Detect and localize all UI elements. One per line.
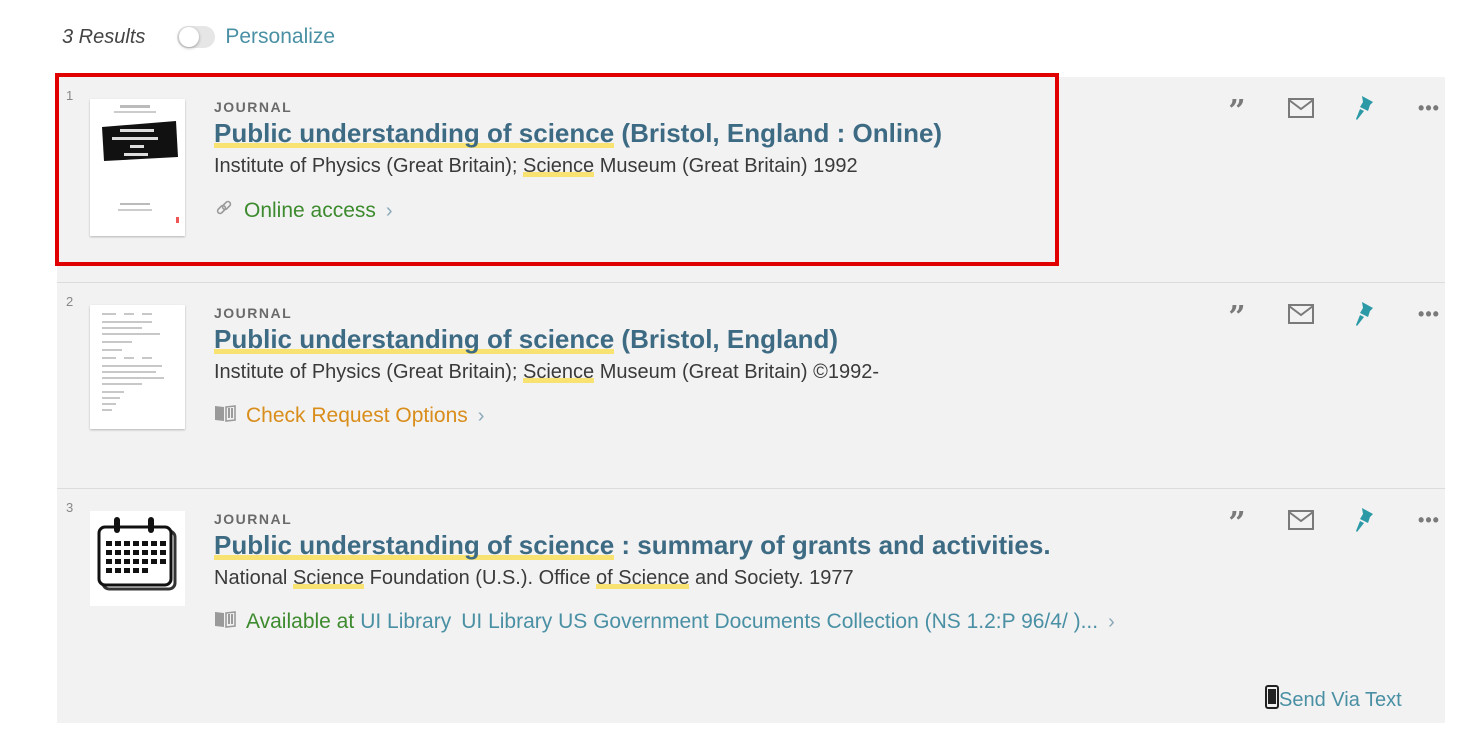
result-meta: Institute of Physics (Great Britain); Sc… <box>214 155 942 178</box>
availability-text[interactable]: Online access <box>244 199 376 223</box>
title-highlight[interactable]: Public understanding of science <box>214 324 615 354</box>
availability-link[interactable]: Available at UI Library UI Library US Go… <box>214 610 1115 634</box>
personalize-label[interactable]: Personalize <box>225 25 335 49</box>
result-body: JOURNAL Public understanding of science … <box>214 305 879 428</box>
citation-icon[interactable]: ” <box>1205 95 1269 127</box>
email-icon[interactable] <box>1269 301 1333 327</box>
result-actions: ” ••• <box>1205 507 1461 539</box>
send-via-text-label[interactable]: Send Via Text <box>1279 689 1402 712</box>
result-number: 2 <box>66 294 74 309</box>
result-thumbnail[interactable] <box>90 305 185 429</box>
result-actions: ” ••• <box>1205 95 1461 127</box>
title-highlight[interactable]: Public understanding of science <box>214 530 615 560</box>
results-toolbar: 3 Results Personalize <box>62 22 335 52</box>
chevron-right-icon: › <box>1108 610 1115 633</box>
library-location[interactable]: UI Library <box>360 610 451 634</box>
citation-icon[interactable]: ” <box>1205 507 1269 539</box>
meta-highlight: Science <box>523 361 595 383</box>
link-icon <box>214 198 234 224</box>
meta-text: Institute of Physics (Great Britain); <box>214 155 523 177</box>
meta-text: National <box>214 567 293 589</box>
meta-text: Institute of Physics (Great Britain); <box>214 361 523 383</box>
result-title[interactable]: Public understanding of science (Bristol… <box>214 118 942 149</box>
online-access-link[interactable]: Online access › <box>214 198 942 224</box>
citation-icon[interactable]: ” <box>1205 301 1269 333</box>
book-icon <box>214 610 236 634</box>
more-icon[interactable]: ••• <box>1397 301 1461 327</box>
meta-text: Foundation (U.S.). Office <box>364 567 597 589</box>
result-thumbnail[interactable] <box>90 99 185 236</box>
send-via-text-button[interactable]: Send Via Text <box>1265 685 1402 715</box>
meta-highlight: Science <box>523 155 595 177</box>
personalize-toggle[interactable] <box>177 26 216 48</box>
email-icon[interactable] <box>1269 95 1333 121</box>
resource-type: JOURNAL <box>214 99 293 115</box>
result-number: 3 <box>66 500 74 515</box>
pin-icon[interactable] <box>1333 301 1397 327</box>
result-body: JOURNAL Public understanding of science … <box>214 511 1115 634</box>
title-rest[interactable]: (Bristol, England) <box>614 324 838 354</box>
title-highlight[interactable]: Public understanding of science <box>214 118 615 148</box>
availability-text[interactable]: Available at <box>246 610 354 634</box>
meta-text: Museum (Great Britain) 1992 <box>594 155 858 177</box>
resource-type: JOURNAL <box>214 305 293 321</box>
meta-highlight: of Science <box>596 567 690 589</box>
book-icon <box>214 404 236 428</box>
result-actions: ” ••• <box>1205 301 1461 333</box>
chevron-right-icon: › <box>477 404 485 427</box>
more-icon[interactable]: ••• <box>1397 507 1461 533</box>
result-title[interactable]: Public understanding of science : summar… <box>214 530 1115 561</box>
results-list: 1 JOURNAL Public understanding of scienc… <box>57 77 1445 723</box>
results-count: 3 Results <box>62 25 146 48</box>
pin-icon[interactable] <box>1333 95 1397 121</box>
resource-type: JOURNAL <box>214 511 293 527</box>
title-rest[interactable]: : summary of grants and activities. <box>614 530 1050 560</box>
more-icon[interactable]: ••• <box>1397 95 1461 121</box>
result-meta: National Science Foundation (U.S.). Offi… <box>214 567 1115 590</box>
request-options-link[interactable]: Check Request Options › <box>214 404 879 428</box>
pin-icon[interactable] <box>1333 507 1397 533</box>
meta-text: Museum (Great Britain) ©1992- <box>594 361 879 383</box>
chevron-right-icon: › <box>385 199 393 222</box>
phone-icon <box>1265 685 1279 715</box>
result-item[interactable]: 3 JOURNAL Public understanding of scienc… <box>57 489 1445 723</box>
result-meta: Institute of Physics (Great Britain); Sc… <box>214 361 879 384</box>
email-icon[interactable] <box>1269 507 1333 533</box>
result-item[interactable]: 2 JOURNAL Public understanding of scienc… <box>57 283 1445 489</box>
availability-text[interactable]: Check Request Options <box>246 404 468 428</box>
result-number: 1 <box>66 88 74 103</box>
title-rest[interactable]: (Bristol, England : Online) <box>614 118 942 148</box>
result-item[interactable]: 1 JOURNAL Public understanding of scienc… <box>57 77 1445 283</box>
meta-highlight: Science <box>292 567 365 589</box>
collection-location[interactable]: UI Library US Government Documents Colle… <box>461 610 1098 634</box>
result-body: JOURNAL Public understanding of science … <box>214 99 942 224</box>
result-title[interactable]: Public understanding of science (Bristol… <box>214 324 879 355</box>
toggle-knob <box>179 27 200 47</box>
calendar-icon[interactable] <box>90 511 185 606</box>
meta-text: and Society. 1977 <box>689 567 854 589</box>
